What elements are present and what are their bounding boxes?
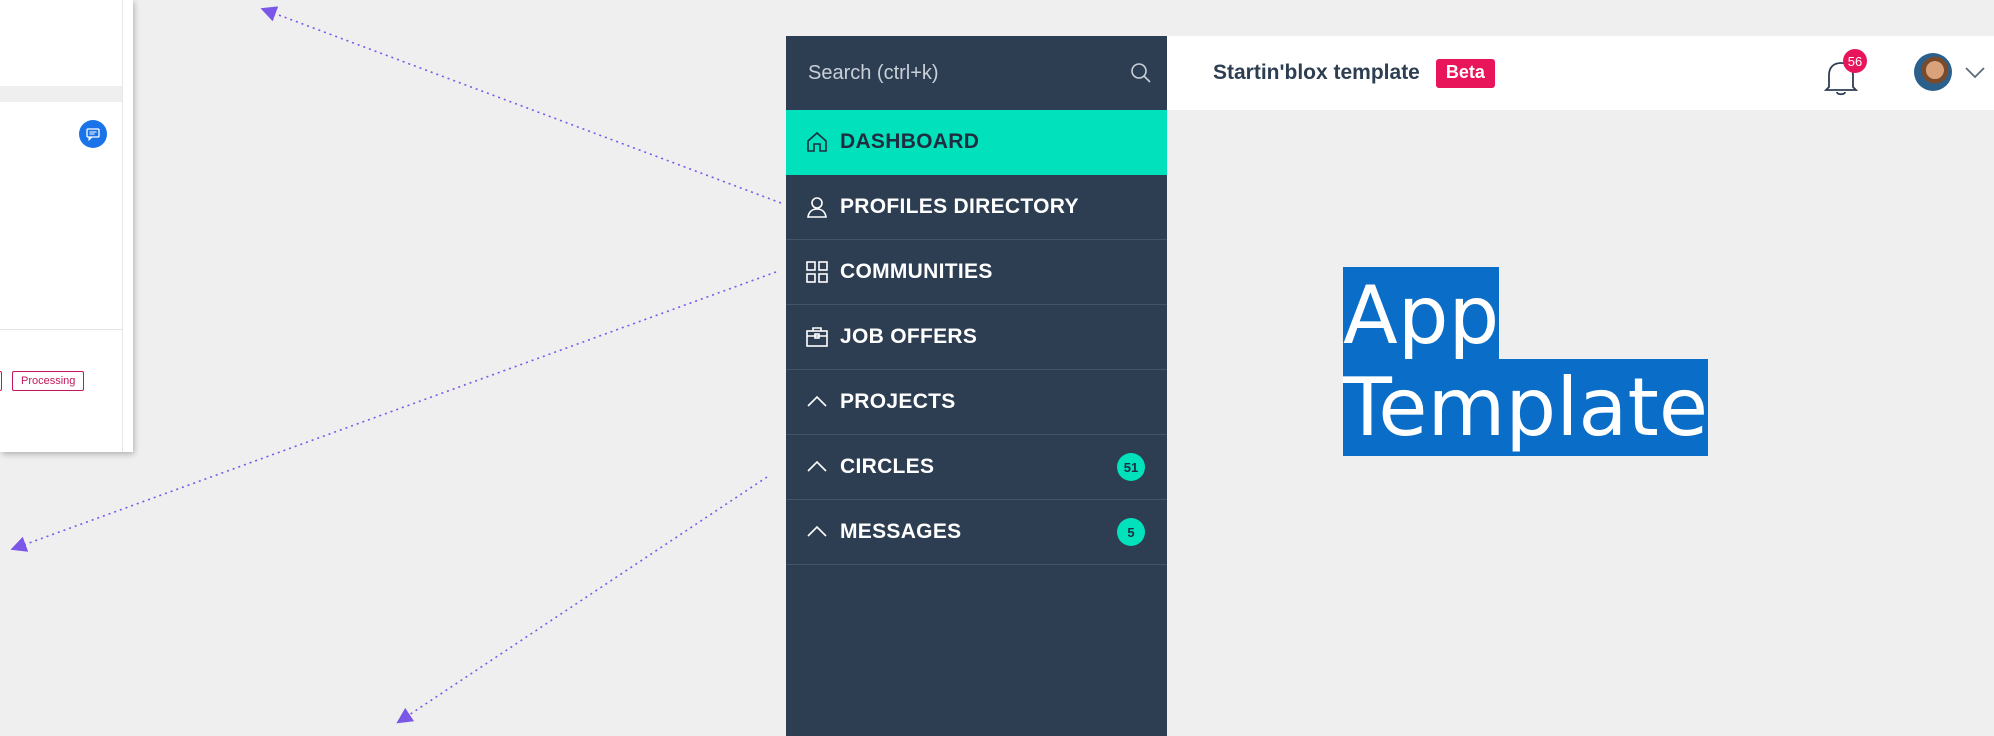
hero-title: App Template (1343, 267, 1709, 456)
sidebar-item-communities[interactable]: COMMUNITIES (786, 240, 1167, 305)
count-badge: 51 (1117, 453, 1145, 481)
search-bar[interactable] (786, 36, 1167, 110)
hero-line-2: Template (1343, 359, 1709, 456)
hero-line-1: App (1343, 267, 1500, 364)
notification-count-badge: 56 (1843, 49, 1867, 73)
arrow-1 (260, 6, 782, 204)
notifications-button[interactable]: 56 (1821, 49, 1867, 97)
header-bar: Startin'blox template Beta 56 (1167, 36, 1994, 110)
sidebar-item-circles[interactable]: CIRCLES 51 (786, 435, 1167, 500)
sidebar-item-label: PROJECTS (840, 390, 956, 413)
user-icon (804, 194, 830, 220)
sidebar-item-messages[interactable]: MESSAGES 5 (786, 500, 1167, 565)
sidebar-item-label: PROFILES DIRECTORY (840, 195, 1079, 218)
sidebar: DASHBOARD PROFILES DIRECTORY COMMUNITIES… (786, 36, 1167, 736)
app-title: Startin'blox template (1213, 61, 1420, 84)
sidebar-item-label: MESSAGES (840, 520, 962, 543)
sidebar-item-profiles-directory[interactable]: PROFILES DIRECTORY (786, 175, 1167, 240)
sidebar-item-dashboard[interactable]: DASHBOARD (786, 110, 1167, 175)
arrow-3 (396, 476, 768, 724)
search-input[interactable] (806, 60, 1110, 86)
chevron-up-icon (804, 389, 830, 415)
avatar[interactable] (1914, 53, 1952, 91)
briefcase-icon (804, 324, 830, 350)
sidebar-item-label: DASHBOARD (840, 130, 980, 153)
grid-icon (804, 259, 830, 285)
sidebar-item-label: JOB OFFERS (840, 325, 978, 348)
home-icon (804, 129, 830, 155)
chevron-up-icon (804, 519, 830, 545)
sidebar-item-label: CIRCLES (840, 455, 935, 478)
chevron-down-icon[interactable] (1963, 62, 1987, 82)
beta-badge: Beta (1435, 58, 1495, 88)
sidebar-item-label: COMMUNITIES (840, 260, 993, 283)
arrow-2 (10, 271, 777, 552)
sidebar-item-job-offers[interactable]: JOB OFFERS (786, 305, 1167, 370)
chevron-up-icon (804, 454, 830, 480)
search-icon[interactable] (1129, 61, 1153, 85)
sidebar-item-projects[interactable]: PROJECTS (786, 370, 1167, 435)
count-badge: 5 (1117, 518, 1145, 546)
